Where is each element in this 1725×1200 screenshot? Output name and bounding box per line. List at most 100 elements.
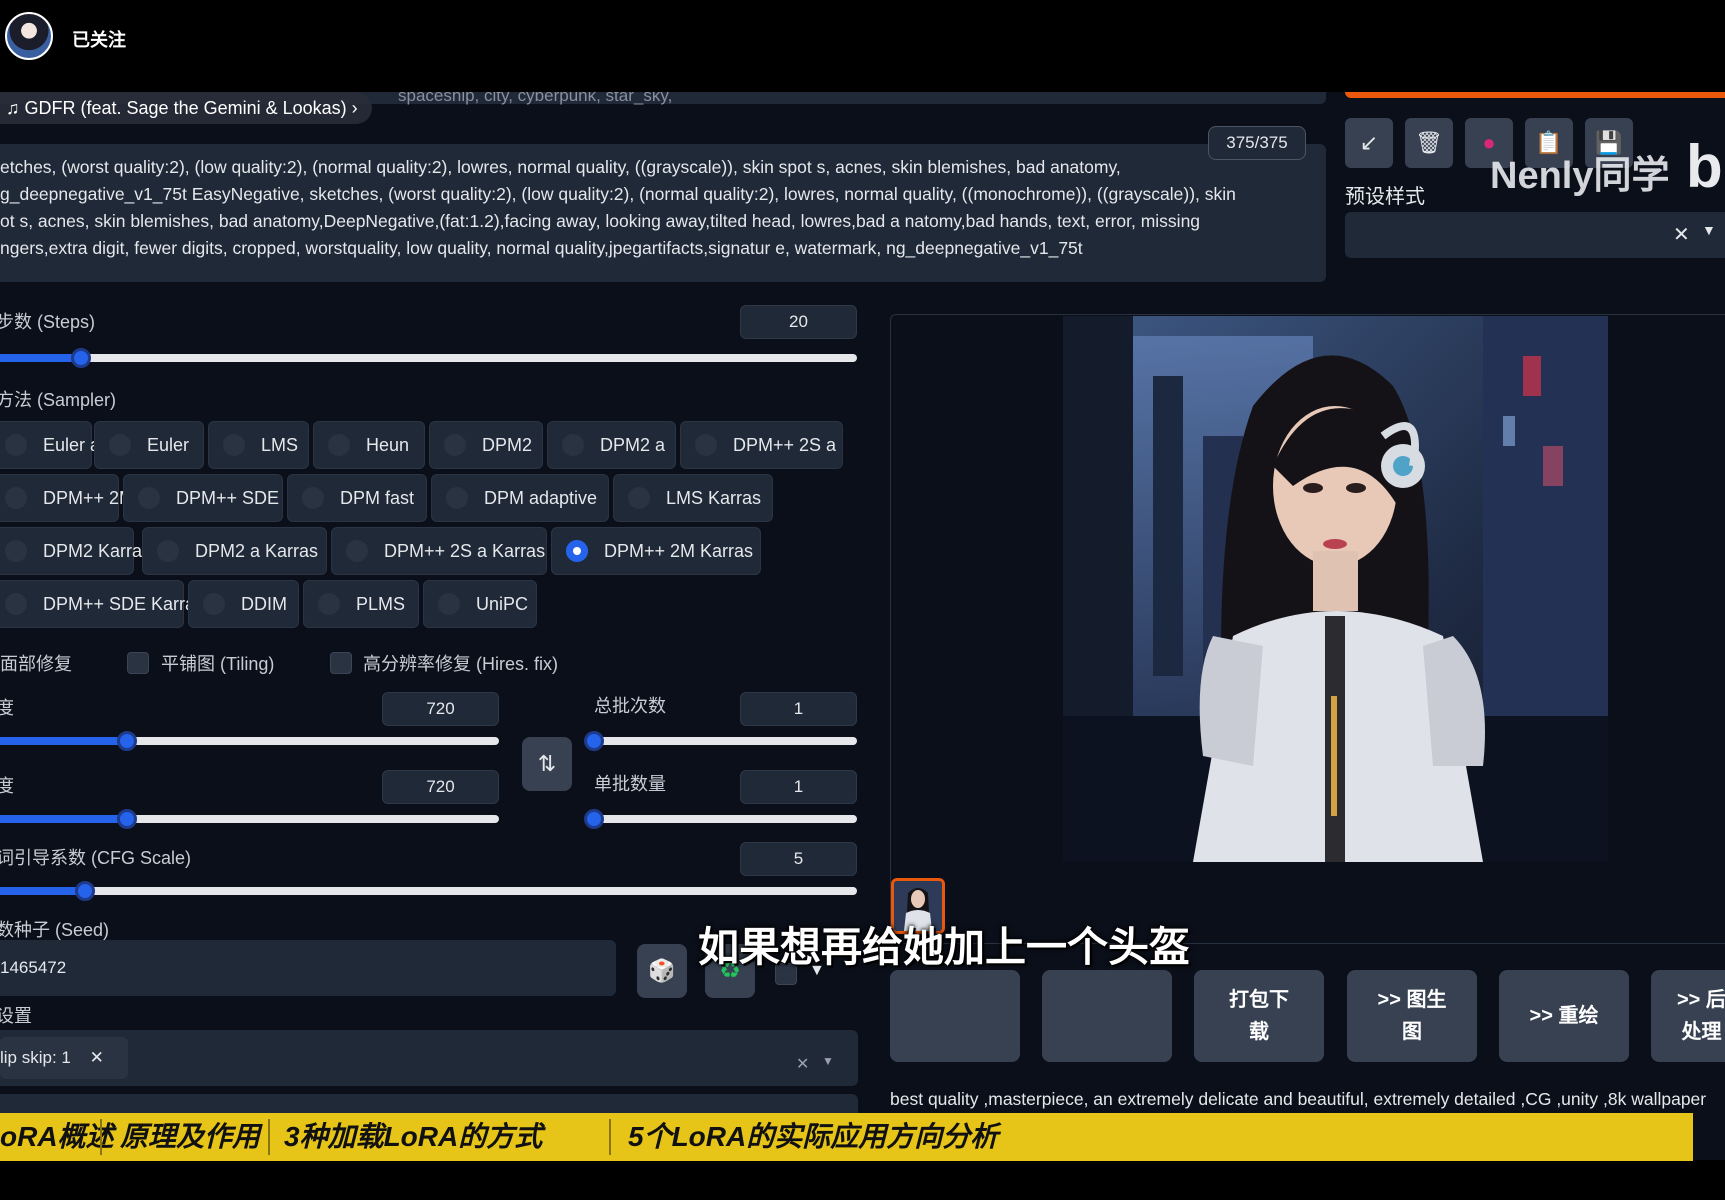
chapter-item[interactable]: oRA概述	[0, 1113, 114, 1161]
music-pill[interactable]: ♫ GDFR (feat. Sage the Gemini & Lookas) …	[0, 92, 372, 124]
video-subtitle: 如果想再给她加上一个头盔	[698, 924, 1190, 970]
cfg-scale-input[interactable]: 5	[740, 842, 857, 876]
face-restore-label[interactable]: 面部修复	[0, 650, 72, 676]
seed-input[interactable]: 1465472	[0, 940, 616, 996]
radio-dot	[5, 540, 27, 562]
width-slider[interactable]	[0, 731, 499, 751]
sampler-option[interactable]: DPM++ 2S a	[680, 421, 843, 469]
sampler-label: 方法 (Sampler)	[0, 390, 117, 410]
steps-slider[interactable]	[0, 348, 857, 368]
sampler-option[interactable]: DPM2 a Karras	[142, 527, 327, 575]
sampler-option[interactable]: UniPC	[423, 580, 537, 628]
chevron-right-icon: ›	[351, 98, 358, 118]
hires-fix-label[interactable]: 高分辨率修复 (Hires. fix)	[363, 650, 558, 676]
hires-fix-checkbox[interactable]	[330, 652, 352, 674]
zip-download-button[interactable]: 打包下 载	[1194, 970, 1324, 1062]
batch-size-slider[interactable]	[584, 809, 857, 829]
negative-prompt-line: ngers,extra digit, fewer digits, cropped…	[0, 238, 1083, 258]
slider-thumb[interactable]	[117, 731, 137, 751]
generate-button[interactable]	[1345, 92, 1725, 98]
negative-prompt-textarea[interactable]: etches, (worst quality:2), (low quality:…	[0, 144, 1326, 282]
clip-skip-chip[interactable]: lip skip: 1 ✕	[0, 1037, 128, 1079]
sampler-option[interactable]: DDIM	[188, 580, 299, 628]
radio-dot	[446, 487, 468, 509]
chapter-item[interactable]: 3种加载LoRA的方式	[284, 1113, 542, 1161]
batch-size-label: 单批数量	[594, 774, 666, 794]
sampler-option-label: Euler a	[43, 434, 101, 455]
close-icon[interactable]: ✕	[796, 1054, 809, 1074]
height-slider[interactable]	[0, 809, 499, 829]
sampler-option[interactable]: Euler	[94, 421, 204, 469]
close-icon[interactable]: ✕	[90, 1048, 104, 1067]
slider-thumb[interactable]	[117, 809, 137, 829]
chapter-item[interactable]: 5个LoRA的实际应用方向分析	[628, 1113, 998, 1161]
slider-fill	[0, 737, 127, 745]
sampler-option[interactable]: DPM++ SDE	[123, 474, 283, 522]
preset-style-select[interactable]	[1345, 212, 1725, 258]
video-top-bar: 已关注	[0, 0, 1725, 92]
follow-status-label[interactable]: 已关注	[72, 26, 126, 52]
trash-icon[interactable]: 🗑	[1405, 118, 1453, 168]
tiling-label[interactable]: 平铺图 (Tiling)	[161, 650, 274, 676]
slider-thumb[interactable]	[584, 809, 604, 829]
swap-dimensions-icon[interactable]: ⇅	[522, 737, 572, 791]
sampler-option[interactable]: DPM2 Karras	[0, 527, 151, 575]
slider-fill	[0, 815, 127, 823]
chapter-item[interactable]: 原理及作用	[120, 1113, 260, 1161]
chevron-down-icon[interactable]: ▼	[822, 1054, 834, 1068]
steps-input[interactable]: 20	[740, 305, 857, 339]
radio-dot	[138, 487, 160, 509]
sampler-option[interactable]: PLMS	[303, 580, 419, 628]
chapter-divider	[100, 1119, 102, 1155]
slider-thumb[interactable]	[584, 731, 604, 751]
tiling-checkbox[interactable]	[127, 652, 149, 674]
avatar[interactable]	[5, 12, 53, 60]
radio-dot	[566, 540, 588, 562]
radio-dot	[444, 434, 466, 456]
cfg-scale-slider[interactable]	[0, 881, 857, 901]
sampler-option[interactable]: LMS	[208, 421, 309, 469]
override-settings-field[interactable]	[0, 1030, 858, 1086]
batch-size-input[interactable]: 1	[740, 770, 857, 804]
width-input[interactable]: 720	[382, 692, 499, 726]
watermark-text: Nenly同学	[1490, 155, 1670, 197]
folder-button[interactable]	[890, 970, 1020, 1062]
sampler-option-label: DPM2	[482, 434, 533, 455]
batch-count-input[interactable]: 1	[740, 692, 857, 726]
send-inpaint-button[interactable]: >> 重绘	[1499, 970, 1629, 1062]
chapter-bar: oRA概述 原理及作用 3种加载LoRA的方式 5个LoRA的实际应用方向分析	[0, 1113, 1693, 1161]
sampler-option[interactable]: DPM2 a	[547, 421, 676, 469]
send-extras-button[interactable]: >> 后 处理	[1651, 970, 1725, 1062]
sampler-option[interactable]: Euler a	[0, 421, 100, 469]
sampler-option[interactable]: DPM fast	[287, 474, 427, 522]
preset-style-label: 预设样式	[1345, 186, 1425, 208]
arrow-icon[interactable]: ↙	[1345, 118, 1393, 168]
sampler-option[interactable]: DPM++ 2M	[0, 474, 134, 522]
negative-prompt-line: ot s, acnes, skin blemishes, bad anatomy…	[0, 211, 1201, 231]
seed-label: 数种子 (Seed)	[0, 920, 110, 940]
negative-prompt-line: g_deepnegative_v1_75t EasyNegative, sket…	[0, 184, 1236, 204]
sampler-option[interactable]: DPM adaptive	[431, 474, 609, 522]
sampler-option[interactable]: DPM++ SDE Karras	[0, 580, 204, 628]
close-icon[interactable]: ✕	[1673, 222, 1690, 247]
slider-thumb[interactable]	[71, 348, 91, 368]
batch-count-label: 总批次数	[594, 696, 666, 716]
radio-dot	[695, 434, 717, 456]
sampler-option-label: DPM2 Karras	[43, 540, 152, 561]
radio-dot	[109, 434, 131, 456]
height-input[interactable]: 720	[382, 770, 499, 804]
generated-image[interactable]	[1063, 316, 1608, 862]
sampler-option[interactable]: DPM++ 2M Karras	[551, 527, 761, 575]
batch-count-slider[interactable]	[584, 731, 857, 751]
send-img2img-button[interactable]: >> 图生 图	[1347, 970, 1477, 1062]
sampler-option[interactable]: Heun	[313, 421, 425, 469]
save-image-button[interactable]	[1042, 970, 1172, 1062]
height-label: 度	[0, 776, 14, 796]
sampler-option[interactable]: LMS Karras	[613, 474, 773, 522]
slider-thumb[interactable]	[75, 881, 95, 901]
chevron-down-icon[interactable]: ▼	[1702, 222, 1716, 238]
dice-icon[interactable]: 🎲	[637, 944, 687, 998]
sampler-option[interactable]: DPM2	[429, 421, 543, 469]
sampler-option[interactable]: DPM++ 2S a Karras	[331, 527, 547, 575]
prompt-overflow-text: spaceship, city, cyberpunk, star_sky,	[398, 92, 673, 105]
